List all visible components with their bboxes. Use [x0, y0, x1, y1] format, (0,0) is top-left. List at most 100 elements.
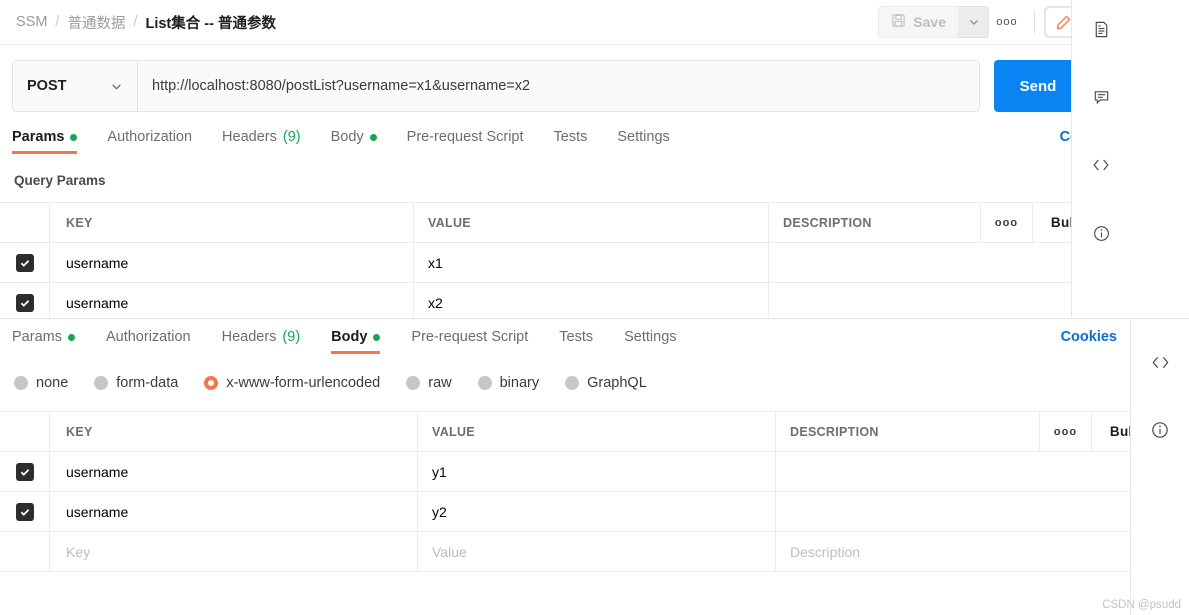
page-title: List集合 -- 普通参数 — [145, 15, 276, 32]
radio-icon — [565, 376, 580, 390]
query-params-label: Query Params — [14, 173, 106, 188]
tab-params-label: Params — [12, 329, 62, 345]
checkbox-checked-icon[interactable] — [15, 502, 34, 521]
more-actions-button[interactable]: ooo — [989, 6, 1025, 38]
row-value[interactable]: y1 — [418, 452, 776, 491]
row-checkbox-cell[interactable] — [0, 532, 50, 571]
request-pane-upper: SSM / 普通数据 / List集合 -- 普通参数 Save ooo POS… — [0, 0, 1130, 330]
tab-headers[interactable]: Headers (9) — [222, 329, 301, 354]
new-key-input[interactable]: Key — [50, 532, 418, 571]
table-row: username x2 — [0, 283, 1130, 323]
table-empty-row: Key Value Description — [0, 532, 1189, 572]
tab-headers-label: Headers — [222, 129, 277, 145]
body-type-raw-label: raw — [428, 375, 452, 391]
save-button[interactable]: Save — [878, 6, 959, 38]
tab-headers[interactable]: Headers (9) — [222, 129, 301, 154]
row-value[interactable]: x2 — [414, 283, 769, 322]
tab-authorization-label: Authorization — [105, 329, 191, 345]
row-key[interactable]: username — [50, 452, 418, 491]
request-tabs-lower: Params Authorization Headers (9) Body Pr… — [0, 329, 1189, 365]
select-all-cell — [0, 412, 50, 451]
breadcrumb-separator: / — [55, 14, 60, 30]
row-key[interactable]: username — [50, 283, 414, 322]
tab-tests[interactable]: Tests — [559, 329, 593, 354]
body-type-graphql[interactable]: GraphQL — [565, 375, 647, 391]
row-description[interactable] — [776, 452, 1189, 491]
radio-selected-icon — [204, 376, 219, 390]
right-sidebar-upper — [1071, 0, 1130, 330]
body-type-urlencoded-label: x-www-form-urlencoded — [226, 375, 381, 391]
tab-headers-label: Headers — [221, 329, 277, 345]
params-status-dot — [70, 133, 78, 141]
pencil-icon — [1056, 15, 1070, 29]
tab-pre-request-script[interactable]: Pre-request Script — [411, 329, 528, 354]
documentation-icon[interactable] — [1084, 12, 1118, 46]
row-checkbox-cell[interactable] — [0, 283, 50, 322]
body-type-raw[interactable]: raw — [406, 375, 452, 391]
table-options-button[interactable]: ooo — [1039, 412, 1091, 451]
save-icon — [891, 13, 906, 31]
request-url-input[interactable]: http://localhost:8080/postList?username=… — [137, 60, 980, 112]
body-type-none[interactable]: none — [14, 375, 68, 391]
breadcrumb: SSM / 普通数据 / List集合 -- 普通参数 — [0, 12, 276, 33]
tab-authorization[interactable]: Authorization — [106, 329, 191, 354]
row-checkbox-cell[interactable] — [0, 492, 50, 531]
tab-authorization-label: Authorization — [107, 129, 193, 145]
row-value[interactable]: x1 — [414, 243, 769, 282]
info-icon[interactable] — [1143, 413, 1177, 447]
new-description-input[interactable]: Description — [776, 532, 1189, 571]
row-description[interactable] — [776, 492, 1189, 531]
column-key: KEY — [50, 412, 418, 451]
comments-icon[interactable] — [1084, 80, 1118, 114]
window-header: SSM / 普通数据 / List集合 -- 普通参数 Save ooo — [0, 0, 1130, 45]
tab-tests[interactable]: Tests — [554, 129, 588, 154]
row-key[interactable]: username — [50, 492, 418, 531]
tab-pre-request-script-label: Pre-request Script — [406, 129, 524, 145]
new-value-input[interactable]: Value — [418, 532, 776, 571]
table-row: username y2 — [0, 492, 1189, 532]
tab-pre-request-script[interactable]: Pre-request Script — [407, 129, 524, 154]
checkbox-checked-icon[interactable] — [15, 253, 34, 272]
tab-authorization[interactable]: Authorization — [107, 129, 192, 154]
row-value[interactable]: y2 — [418, 492, 776, 531]
tab-settings[interactable]: Settings — [617, 129, 669, 154]
checkbox-checked-icon[interactable] — [15, 293, 34, 312]
radio-icon — [477, 376, 492, 390]
row-checkbox-cell[interactable] — [0, 243, 50, 282]
row-checkbox-cell[interactable] — [0, 452, 50, 491]
table-options-button[interactable]: ooo — [980, 203, 1032, 242]
request-pane-lower: Params Authorization Headers (9) Body Pr… — [0, 318, 1189, 615]
request-url-row: POST http://localhost:8080/postList?user… — [12, 60, 1120, 112]
tab-settings[interactable]: Settings — [624, 329, 676, 354]
tab-params[interactable]: Params — [12, 129, 78, 154]
tab-body[interactable]: Body — [331, 329, 381, 354]
tab-params[interactable]: Params — [12, 329, 75, 354]
body-type-binary[interactable]: binary — [477, 375, 539, 391]
row-key[interactable]: username — [50, 243, 414, 282]
tab-settings-label: Settings — [617, 129, 670, 145]
tab-body[interactable]: Body — [331, 129, 377, 154]
params-status-dot — [67, 333, 75, 341]
right-sidebar-lower — [1130, 319, 1189, 615]
tab-tests-label: Tests — [553, 129, 588, 145]
body-type-urlencoded[interactable]: x-www-form-urlencoded — [204, 375, 380, 391]
select-all-cell — [0, 203, 50, 242]
column-description: DESCRIPTION — [790, 424, 879, 439]
http-method-select[interactable]: POST — [12, 60, 137, 112]
body-type-radio-group: none form-data x-www-form-urlencoded raw… — [14, 375, 673, 391]
column-key: KEY — [50, 203, 414, 242]
tab-body-label: Body — [331, 329, 368, 345]
radio-icon — [14, 376, 28, 390]
breadcrumb-separator-2: / — [133, 14, 138, 30]
checkbox-checked-icon[interactable] — [15, 462, 34, 481]
body-type-form-data[interactable]: form-data — [94, 375, 178, 391]
info-icon[interactable] — [1084, 216, 1118, 250]
code-snippet-icon[interactable] — [1143, 345, 1177, 379]
code-snippet-icon[interactable] — [1084, 148, 1118, 182]
breadcrumb-folder[interactable]: 普通数据 — [67, 12, 125, 33]
send-button[interactable]: Send — [994, 60, 1082, 112]
watermark: CSDN @psudd — [1102, 599, 1181, 611]
breadcrumb-root[interactable]: SSM — [16, 14, 47, 30]
save-options-dropdown[interactable] — [959, 6, 989, 38]
table-header-row: KEY VALUE DESCRIPTION ooo Bulk Edit — [0, 203, 1130, 243]
